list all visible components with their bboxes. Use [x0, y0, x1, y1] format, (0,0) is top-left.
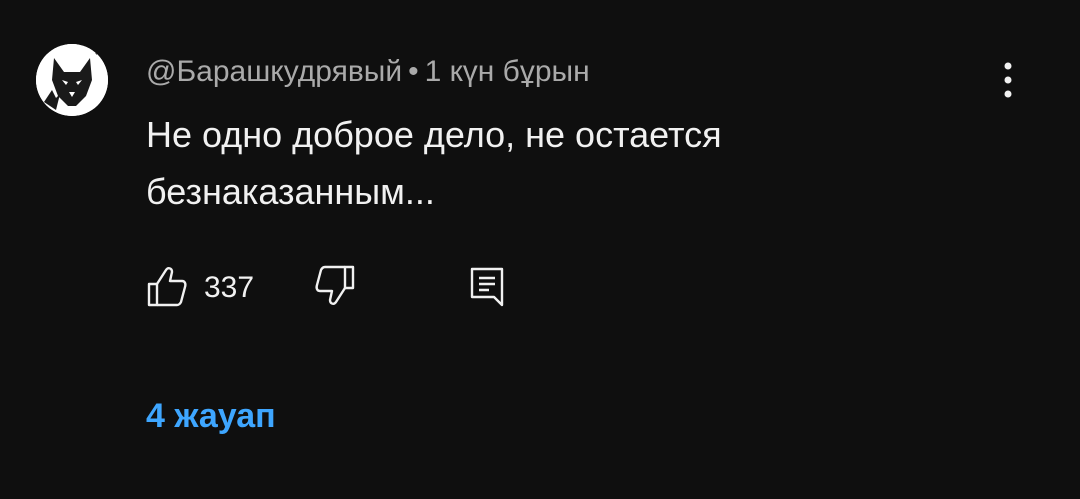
more-vertical-icon — [1004, 62, 1012, 98]
thumb-down-icon — [315, 265, 355, 305]
view-replies-button[interactable]: 4 жауап — [146, 396, 276, 436]
wolf-avatar-icon — [36, 44, 108, 116]
dislike-button[interactable] — [314, 264, 356, 308]
comment-item: @Барашкудрявый • 1 күн бұрын Не одно добро… — [0, 0, 1080, 499]
thumb-up-icon — [147, 267, 187, 307]
comment-timestamp: 1 күн бұрын — [424, 55, 590, 88]
author-name[interactable]: @Барашкудрявый — [146, 55, 402, 88]
reply-button[interactable] — [468, 266, 508, 308]
avatar[interactable] — [36, 44, 108, 116]
comment-header: @Барашкудрявый • 1 күн бұрын — [146, 54, 590, 90]
more-options-button[interactable] — [990, 58, 1026, 102]
comment-text: Не одно доброе дело, не остается безнака… — [146, 114, 722, 212]
separator: • — [408, 55, 419, 88]
like-count: 337 — [204, 271, 255, 304]
reply-comment-icon — [470, 267, 504, 307]
like-button[interactable] — [146, 264, 188, 308]
